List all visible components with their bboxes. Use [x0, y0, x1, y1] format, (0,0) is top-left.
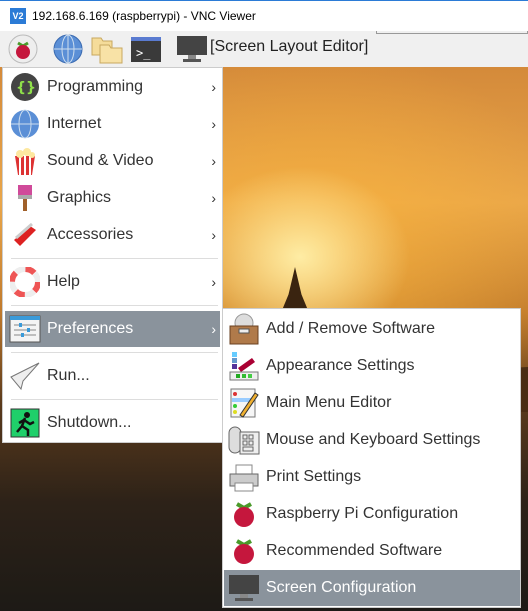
menu-separator — [11, 305, 218, 306]
submenu-item-label: Screen Configuration — [266, 579, 417, 596]
menu-item-label: Accessories — [47, 226, 134, 243]
menu-editor-icon — [228, 387, 260, 419]
lifebuoy-icon — [9, 266, 41, 298]
programming-icon: {} — [9, 71, 41, 103]
terminal-launcher-icon[interactable]: >_ — [130, 34, 161, 64]
mouse-keyboard-icon — [228, 424, 260, 456]
menu-separator — [11, 258, 218, 259]
taskbar: >_ [Screen Layout Editor] — [0, 31, 528, 67]
menu-item-graphics[interactable]: Graphics › — [5, 180, 220, 216]
window-title: 192.168.6.169 (raspberrypi) - VNC Viewer — [32, 9, 256, 23]
submenu-item-label: Main Menu Editor — [266, 394, 392, 411]
menu-item-sound-video[interactable]: Sound & Video › — [5, 143, 220, 179]
chevron-right-icon: › — [211, 227, 216, 243]
raspberry-icon — [228, 535, 260, 567]
svg-text:>_: >_ — [136, 46, 151, 60]
svg-text:{}: {} — [16, 80, 36, 96]
menu-item-accessories[interactable]: Accessories › — [5, 217, 220, 253]
chevron-right-icon: › — [211, 274, 216, 290]
window-titlebar: V2 192.168.6.169 (raspberrypi) - VNC Vie… — [0, 0, 528, 31]
paintbrush-icon — [9, 182, 41, 214]
sliders-icon — [9, 313, 41, 345]
chevron-right-icon: › — [211, 153, 216, 169]
submenu-item-print-settings[interactable]: Print Settings — [224, 459, 520, 495]
raspberry-icon — [228, 498, 260, 530]
submenu-item-label: Print Settings — [266, 468, 362, 485]
monitor-icon — [228, 572, 260, 604]
paper-plane-icon — [9, 360, 41, 392]
submenu-item-label: Recommended Software — [266, 542, 443, 559]
menu-item-run[interactable]: Run... — [5, 358, 220, 394]
menu-item-label: Internet — [47, 115, 102, 132]
submenu-item-raspberry-pi-configuration[interactable]: Raspberry Pi Configuration — [224, 496, 520, 532]
globe-icon — [9, 108, 41, 140]
submenu-item-add-remove-software[interactable]: Add / Remove Software — [224, 311, 520, 347]
chevron-right-icon: › — [211, 116, 216, 132]
chevron-right-icon: › — [211, 190, 216, 206]
printer-icon — [228, 461, 260, 493]
main-menu: {} Programming › Internet › Sound & Vide… — [2, 67, 223, 443]
submenu-item-label: Raspberry Pi Configuration — [266, 505, 459, 522]
preferences-submenu: Add / Remove Software Appearance Setting… — [222, 308, 521, 608]
menu-item-help[interactable]: Help › — [5, 264, 220, 300]
menu-item-label: Programming — [47, 78, 144, 95]
menu-separator — [11, 399, 218, 400]
knife-icon — [9, 219, 41, 251]
menu-separator — [11, 352, 218, 353]
menu-item-internet[interactable]: Internet › — [5, 106, 220, 142]
submenu-item-screen-configuration[interactable]: Screen Configuration — [224, 570, 520, 606]
raspberry-menu-button[interactable] — [8, 34, 38, 64]
submenu-item-appearance-settings[interactable]: Appearance Settings — [224, 348, 520, 384]
menu-item-programming[interactable]: {} Programming › — [5, 69, 220, 105]
submenu-item-label: Mouse and Keyboard Settings — [266, 431, 481, 448]
menu-item-label: Help — [47, 273, 80, 290]
popcorn-icon — [9, 145, 41, 177]
browser-launcher-globe-icon[interactable] — [53, 34, 83, 64]
submenu-item-mouse-keyboard-settings[interactable]: Mouse and Keyboard Settings — [224, 422, 520, 458]
exit-icon — [9, 407, 41, 439]
monitor-icon — [176, 34, 207, 64]
menu-item-label: Sound & Video — [47, 152, 154, 169]
file-manager-folder-icon[interactable] — [91, 34, 123, 64]
menu-item-label: Graphics — [47, 189, 112, 206]
chevron-right-icon: › — [211, 79, 216, 95]
menu-item-label: Run... — [47, 367, 90, 384]
palette-icon — [228, 350, 260, 382]
software-box-icon — [228, 313, 260, 345]
submenu-item-recommended-software[interactable]: Recommended Software — [224, 533, 520, 569]
submenu-item-main-menu-editor[interactable]: Main Menu Editor — [224, 385, 520, 421]
vnc-logo-icon: V2 — [10, 8, 26, 24]
menu-item-label: Preferences — [47, 320, 134, 337]
submenu-item-label: Add / Remove Software — [266, 320, 435, 337]
submenu-item-label: Appearance Settings — [266, 357, 415, 374]
taskbar-active-window[interactable]: [Screen Layout Editor] — [210, 38, 368, 56]
taskbar-right-panel — [376, 31, 528, 34]
menu-item-label: Shutdown... — [47, 414, 132, 431]
menu-item-preferences[interactable]: Preferences › — [5, 311, 220, 347]
menu-item-shutdown[interactable]: Shutdown... — [5, 405, 220, 441]
chevron-right-icon: › — [211, 321, 216, 337]
